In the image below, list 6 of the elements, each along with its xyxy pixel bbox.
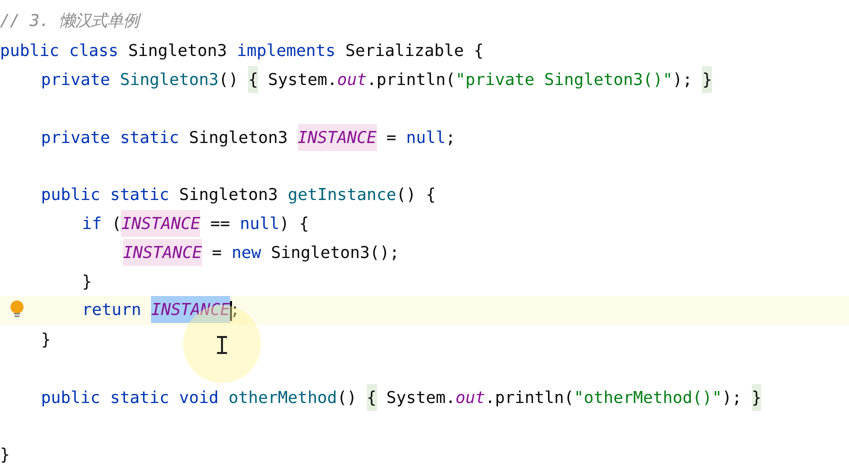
code-line: public class Singleton3 implements Serializable {	[0, 40, 484, 60]
code-line: // 3. 懒汉式单例	[0, 10, 140, 32]
code-line: }	[82, 272, 92, 291]
code-line: }	[0, 445, 10, 464]
code-line: public static Singleton3 getInstance() {	[41, 185, 436, 204]
code-line: }	[41, 330, 51, 349]
